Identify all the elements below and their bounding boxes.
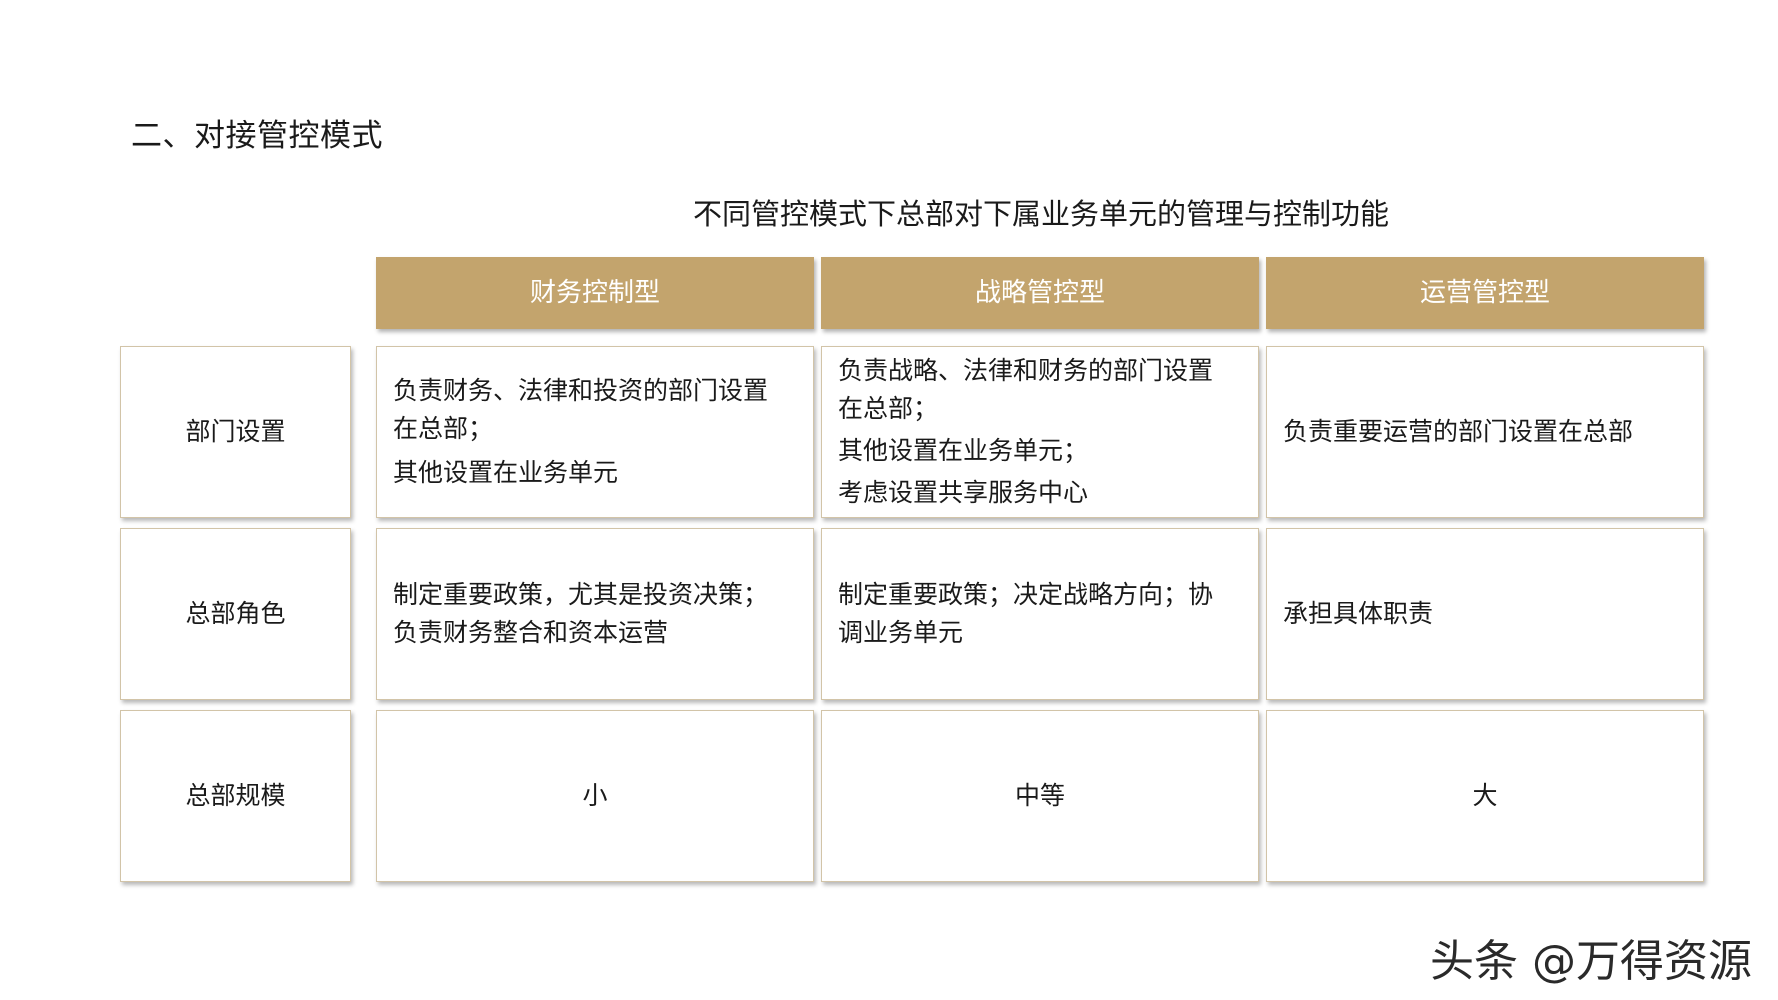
column-header-operations: 运营管控型: [1266, 257, 1704, 329]
cell-line: 负责战略、法律和财务的部门设置: [838, 356, 1214, 385]
cell-text: 负责财务、法律和投资的部门设置 在总部； 其他设置在业务单元: [393, 372, 768, 492]
cell-line: 在总部；: [838, 394, 939, 423]
table-cell: 大: [1266, 710, 1704, 882]
row-label-department-setup: 部门设置: [120, 346, 351, 518]
cell-line: 考虑设置共享服务中心: [838, 478, 1089, 507]
cell-line: 负责财务、法律和投资的部门设置: [393, 376, 769, 405]
column-header-label: 财务控制型: [529, 278, 660, 308]
table-title: 不同管控模式下总部对下属业务单元的管理与控制功能: [692, 197, 1389, 231]
cell-line: 其他设置在业务单元: [393, 458, 619, 487]
cell-text: 负责战略、法律和财务的部门设置 在总部； 其他设置在业务单元； 考虑设置共享服务…: [838, 352, 1213, 512]
cell-line: 其他设置在业务单元；: [838, 436, 1089, 465]
table-cell: 制定重要政策；决定战略方向；协 调业务单元: [821, 528, 1259, 700]
column-header-strategy: 战略管控型: [821, 257, 1259, 329]
cell-text: 大: [1472, 781, 1498, 810]
column-header-label: 战略管控型: [974, 278, 1105, 308]
column-header-label: 运营管控型: [1419, 278, 1550, 308]
cell-text: 承担具体职责: [1283, 595, 1433, 633]
table-cell: 中等: [821, 710, 1259, 882]
cell-line: 承担具体职责: [1283, 599, 1434, 628]
table-cell: 制定重要政策，尤其是投资决策； 负责财务整合和资本运营: [376, 528, 814, 700]
cell-line: 制定重要政策；决定战略方向；协: [838, 580, 1214, 609]
cell-line: 在总部；: [393, 414, 494, 443]
section-heading: 二、对接管控模式: [131, 118, 383, 154]
cell-line: 制定重要政策，尤其是投资决策；: [393, 580, 769, 609]
row-label-text: 总部角色: [185, 599, 286, 628]
cell-text: 小: [582, 781, 608, 810]
cell-text: 负责重要运营的部门设置在总部: [1283, 413, 1633, 451]
row-label-text: 总部规模: [185, 781, 286, 810]
cell-line: 负责财务整合和资本运营: [393, 618, 669, 647]
table-cell: 负责财务、法律和投资的部门设置 在总部； 其他设置在业务单元: [376, 346, 814, 518]
column-header-finance: 财务控制型: [376, 257, 814, 329]
table-cell: 承担具体职责: [1266, 528, 1704, 700]
row-label-text: 部门设置: [185, 417, 286, 446]
table-cell: 负责重要运营的部门设置在总部: [1266, 346, 1704, 518]
cell-line: 负责重要运营的部门设置在总部: [1283, 417, 1634, 446]
cell-text: 制定重要政策；决定战略方向；协 调业务单元: [838, 576, 1213, 652]
row-label-hq-scale: 总部规模: [120, 710, 351, 882]
cell-line: 调业务单元: [838, 618, 964, 647]
cell-text: 中等: [1014, 781, 1065, 810]
row-label-hq-role: 总部角色: [120, 528, 351, 700]
watermark: 头条 @万得资源: [1430, 936, 1752, 987]
cell-text: 制定重要政策，尤其是投资决策； 负责财务整合和资本运营: [393, 576, 768, 652]
table-cell: 负责战略、法律和财务的部门设置 在总部； 其他设置在业务单元； 考虑设置共享服务…: [821, 346, 1259, 518]
table-cell: 小: [376, 710, 814, 882]
